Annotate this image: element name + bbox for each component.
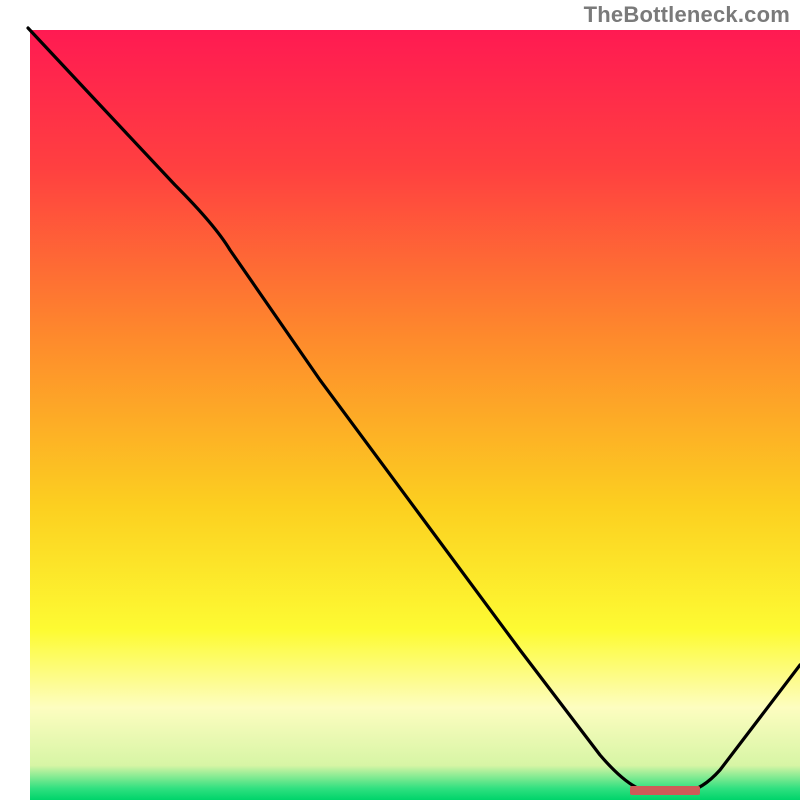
chart-container: { "watermark": "TheBottleneck.com", "cha… [0,0,800,800]
watermark-text: TheBottleneck.com [584,2,790,28]
optimal-range-marker [630,786,700,795]
chart-plot-area [0,0,800,800]
gradient-rect [30,30,800,800]
